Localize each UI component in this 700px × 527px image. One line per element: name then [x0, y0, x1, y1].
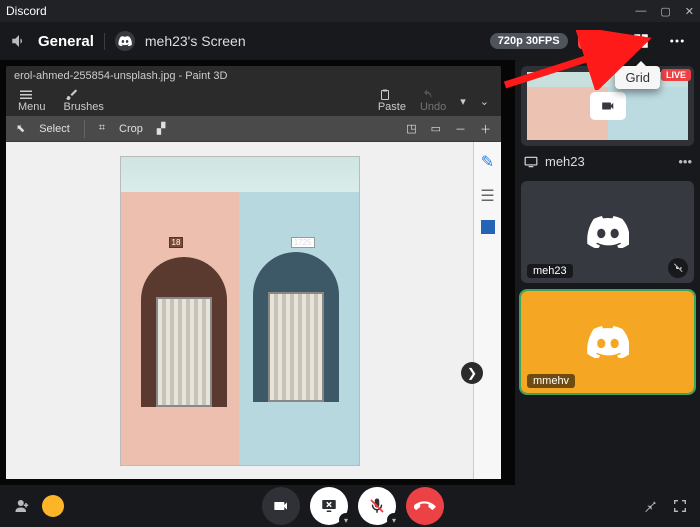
live-badge: LIVE: [578, 33, 618, 49]
grid-view-button[interactable]: [628, 30, 654, 52]
window-titlebar: Discord ― ▢ ✕: [0, 0, 700, 22]
participants-sidebar: LIVE meh23 ••• meh23 mmehv: [515, 60, 700, 485]
stop-screenshare-button[interactable]: ▾: [310, 487, 348, 525]
add-user-button[interactable]: [12, 497, 34, 515]
zoom-in-icon[interactable]: ＋: [480, 121, 491, 137]
magic-select-icon[interactable]: ▞: [157, 122, 165, 135]
crop-icon[interactable]: ⌗: [99, 122, 105, 135]
channel-name[interactable]: General: [38, 33, 105, 50]
thumb-live-badge: LIVE: [661, 69, 691, 81]
camera-icon: [598, 99, 618, 113]
monitor-icon: [523, 155, 539, 169]
shared-app-window: erol-ahmed-255854-unsplash.jpg - Paint 3…: [6, 66, 501, 479]
cursor-icon[interactable]: ⬉: [16, 122, 25, 135]
chevron-down-icon[interactable]: ▾: [460, 95, 466, 108]
mic-muted-icon: [668, 258, 688, 278]
undo-icon: [420, 89, 434, 101]
mute-button[interactable]: ▾: [358, 487, 396, 525]
stream-thumbnail[interactable]: LIVE: [521, 66, 694, 146]
hamburger-icon[interactable]: [18, 89, 34, 101]
pin-button[interactable]: [642, 498, 658, 514]
stream-user-label[interactable]: meh23: [545, 154, 585, 169]
paint3d-crop[interactable]: Crop: [119, 123, 143, 135]
streamer-avatar: [115, 31, 135, 51]
camera-button[interactable]: [262, 487, 300, 525]
fullscreen-button[interactable]: [672, 498, 688, 514]
paint3d-select[interactable]: Select: [39, 123, 70, 135]
color-swatch-blue[interactable]: [481, 220, 495, 234]
brush-icon[interactable]: [64, 89, 78, 101]
stream-title: meh23's Screen: [145, 33, 246, 49]
expand-sidepanel-button[interactable]: ❯: [461, 362, 483, 384]
paint3d-brushes-label[interactable]: Brushes: [64, 101, 104, 113]
close-icon[interactable]: ✕: [685, 5, 694, 18]
stream-more-button[interactable]: •••: [678, 154, 692, 169]
grid-tooltip: Grid: [615, 66, 660, 89]
stream-stage: erol-ahmed-255854-unsplash.jpg - Paint 3…: [0, 60, 515, 485]
house-number-right: 1725: [291, 237, 315, 248]
call-header: General meh23's Screen 720p 30FPS LIVE: [0, 22, 700, 60]
more-options-button[interactable]: [664, 30, 690, 52]
paste-icon[interactable]: [378, 89, 392, 101]
minimize-icon[interactable]: ―: [635, 5, 646, 18]
sliders-icon[interactable]: ☰: [480, 186, 494, 206]
house-number-left: 18: [169, 237, 184, 248]
paint3d-paste-label[interactable]: Paste: [378, 101, 406, 113]
marker-tool-icon[interactable]: ✎: [481, 152, 494, 172]
discord-logo-icon: [587, 216, 629, 248]
quality-badge: 720p 30FPS: [490, 33, 568, 49]
paint3d-undo-label: Undo: [420, 101, 446, 113]
call-footer: ▾ ▾: [0, 485, 700, 527]
participant-name: meh23: [527, 264, 573, 278]
participant-tile[interactable]: mmehv: [521, 291, 694, 393]
paint3d-menu-label[interactable]: Menu: [18, 101, 46, 113]
view-3d-icon[interactable]: ◳: [406, 122, 416, 135]
self-avatar[interactable]: [42, 495, 64, 517]
discord-logo-icon: [587, 326, 629, 358]
app-name: Discord: [6, 4, 47, 18]
chevron-down-icon[interactable]: ⌄: [480, 95, 489, 108]
participant-name: mmehv: [527, 374, 575, 388]
view-flat-icon[interactable]: ▭: [431, 122, 441, 135]
hangup-button[interactable]: [406, 487, 444, 525]
speaker-icon[interactable]: [10, 32, 28, 50]
shared-app-title: erol-ahmed-255854-unsplash.jpg - Paint 3…: [6, 66, 501, 86]
canvas-image: 18 1725: [120, 156, 360, 466]
maximize-icon[interactable]: ▢: [660, 5, 670, 18]
participant-tile[interactable]: meh23: [521, 181, 694, 283]
zoom-out-icon[interactable]: －: [455, 121, 466, 137]
